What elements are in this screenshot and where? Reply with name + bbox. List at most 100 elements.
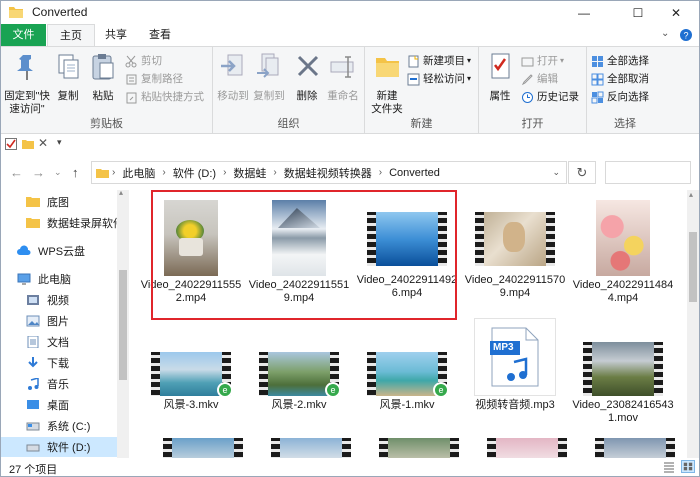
breadcrumb-shujuwa[interactable]: 数据蛙 bbox=[229, 165, 270, 181]
paste-shortcut-button[interactable]: 粘贴快捷方式 bbox=[125, 89, 204, 105]
file-tile[interactable]: e 风景-3.mkv bbox=[139, 352, 243, 412]
easy-access-button[interactable]: 轻松访问 ▾ bbox=[407, 71, 471, 87]
easy-access-label: 轻松访问 bbox=[423, 73, 465, 85]
nav-pane-scrollbar[interactable]: ▴ bbox=[117, 188, 129, 458]
large-icons-view-icon[interactable] bbox=[681, 460, 695, 473]
copy-path-label: 复制路径 bbox=[141, 73, 183, 85]
nav-item-this-pc[interactable]: 此电脑 bbox=[1, 269, 117, 289]
nav-item-ditu[interactable]: 底图 bbox=[1, 192, 117, 212]
move-to-label: 移动到 bbox=[217, 90, 249, 102]
file-tile[interactable]: MP3 视频转音频.mp3 bbox=[463, 318, 567, 412]
filmstrip-left bbox=[259, 352, 268, 396]
help-icon[interactable]: ? bbox=[679, 28, 693, 42]
breadcrumb-converted[interactable]: Converted bbox=[385, 167, 444, 179]
folder-icon[interactable] bbox=[22, 138, 34, 150]
forward-arrow-icon[interactable]: → bbox=[32, 165, 45, 180]
paste-button[interactable]: 粘贴 bbox=[87, 51, 119, 103]
file-tile[interactable]: e 风景-1.mkv bbox=[355, 352, 459, 412]
edit-button[interactable]: 编辑 bbox=[521, 71, 558, 87]
tab-home[interactable]: 主页 bbox=[47, 24, 95, 47]
cut-button[interactable]: 剪切 bbox=[125, 53, 162, 69]
chevron-right-icon[interactable]: › bbox=[159, 167, 168, 178]
new-folder-button[interactable]: 新建 文件夹 bbox=[369, 51, 405, 116]
chevron-right-icon[interactable]: › bbox=[220, 167, 229, 178]
file-tile[interactable] bbox=[367, 438, 471, 458]
content-scroll-thumb[interactable] bbox=[689, 232, 697, 302]
address-dropdown-icon[interactable]: ⌄ bbox=[552, 167, 560, 178]
copy-button[interactable]: 复制 bbox=[53, 51, 83, 103]
scroll-up-icon[interactable]: ▴ bbox=[689, 190, 693, 199]
nav-item-drive-c[interactable]: 系统 (C:) bbox=[1, 416, 117, 436]
nav-scroll-thumb[interactable] bbox=[119, 270, 127, 380]
content-scrollbar[interactable]: ▴ bbox=[687, 190, 699, 458]
new-item-label: 新建项目 bbox=[423, 55, 465, 67]
dropdown-arrow-icon: ▾ bbox=[467, 74, 472, 83]
close-button[interactable]: ✕ bbox=[653, 1, 699, 24]
file-tile[interactable] bbox=[583, 438, 687, 458]
nav-item-videos[interactable]: 视频 bbox=[1, 290, 117, 310]
file-name: Video_240229114844.mp4 bbox=[572, 279, 674, 304]
properties-button[interactable]: 属性 bbox=[483, 51, 517, 103]
scroll-up-icon[interactable]: ▴ bbox=[119, 188, 123, 197]
tab-view[interactable]: 查看 bbox=[137, 24, 183, 46]
breadcrumb-this-pc[interactable]: 此电脑 bbox=[118, 165, 159, 181]
nav-item-pictures[interactable]: 图片 bbox=[1, 311, 117, 331]
nav-item-drive-d[interactable]: 软件 (D:) bbox=[1, 437, 117, 457]
nav-item-downloads[interactable]: 下载 bbox=[1, 353, 117, 373]
close-x-icon[interactable]: ✕ bbox=[38, 136, 48, 150]
history-button[interactable]: 历史记录 bbox=[521, 89, 579, 105]
video-thumbnail bbox=[583, 342, 663, 396]
move-to-button[interactable]: 移动到 bbox=[215, 51, 251, 103]
properties-check-icon[interactable] bbox=[5, 138, 17, 150]
file-tile[interactable] bbox=[475, 438, 579, 458]
back-arrow-icon[interactable]: ← bbox=[10, 165, 23, 180]
nav-item-desktop[interactable]: 桌面 bbox=[1, 395, 117, 415]
file-name: Video_240229115709.mp4 bbox=[464, 274, 566, 299]
breadcrumb-converter[interactable]: 数据蛙视频转换器 bbox=[280, 165, 376, 181]
file-tile[interactable]: Video_240229115709.mp4 bbox=[463, 212, 567, 300]
search-input[interactable] bbox=[605, 161, 691, 184]
organize-group-label: 组织 bbox=[277, 118, 300, 130]
video-thumbnail bbox=[595, 438, 675, 458]
file-tile[interactable] bbox=[259, 438, 363, 458]
filmstrip-left bbox=[583, 342, 592, 396]
chevron-right-icon[interactable]: › bbox=[270, 167, 279, 178]
refresh-button[interactable]: ↻ bbox=[568, 161, 596, 184]
copy-path-button[interactable]: 复制路径 bbox=[125, 71, 183, 87]
file-tile[interactable]: e 风景-2.mkv bbox=[247, 352, 351, 412]
filmstrip-left bbox=[367, 352, 376, 396]
file-tile[interactable]: Video_230824165431.mov bbox=[571, 342, 675, 425]
up-arrow-icon[interactable]: ↑ bbox=[72, 165, 79, 180]
file-tile[interactable] bbox=[151, 438, 255, 458]
nav-item-label: 此电脑 bbox=[38, 274, 71, 286]
ribbon-collapse-icon[interactable]: ⌄ bbox=[661, 28, 669, 39]
document-icon bbox=[27, 336, 39, 348]
nav-item-documents[interactable]: 文档 bbox=[1, 332, 117, 352]
new-item-button[interactable]: 新建项目 ▾ bbox=[407, 53, 471, 69]
chevron-right-icon[interactable]: › bbox=[376, 167, 385, 178]
open-button[interactable]: 打开 ▾ bbox=[521, 53, 564, 69]
tab-share[interactable]: 共享 bbox=[93, 24, 139, 46]
copy-to-button[interactable]: 复制到 bbox=[251, 51, 287, 103]
minimize-button[interactable]: — bbox=[561, 1, 607, 24]
nav-item-wps-cloud[interactable]: WPS云盘 bbox=[1, 241, 117, 261]
select-none-button[interactable]: 全部取消 bbox=[591, 71, 649, 87]
nav-item-music[interactable]: 音乐 bbox=[1, 374, 117, 394]
select-all-button[interactable]: 全部选择 bbox=[591, 53, 649, 69]
customize-qat-icon[interactable]: ▾ bbox=[57, 137, 62, 148]
invert-selection-button[interactable]: 反向选择 bbox=[591, 89, 649, 105]
organize-group: 移动到 复制到 删除 重命名 组织 bbox=[213, 47, 365, 134]
dropdown-arrow-icon: ▾ bbox=[467, 56, 472, 65]
nav-item-label: 视频 bbox=[47, 295, 69, 307]
recent-locations-icon[interactable]: ⌄ bbox=[54, 167, 62, 178]
rename-button[interactable]: 重命名 bbox=[325, 51, 361, 103]
pin-quick-access-button[interactable]: 固定到"快速访问" bbox=[3, 51, 51, 116]
converter-badge-icon: e bbox=[217, 382, 231, 396]
tab-file[interactable]: 文件 bbox=[1, 24, 46, 46]
delete-button[interactable]: 删除 bbox=[293, 51, 321, 103]
breadcrumb-drive-d[interactable]: 软件 (D:) bbox=[169, 165, 220, 181]
address-bar[interactable]: › 此电脑 › 软件 (D:) › 数据蛙 › 数据蛙视频转换器 › Conve… bbox=[91, 161, 567, 184]
nav-item-recorder[interactable]: 数据蛙录屏软件 bbox=[1, 213, 124, 233]
details-view-icon[interactable] bbox=[663, 461, 675, 473]
file-tile[interactable]: Video_240229114844.mp4 bbox=[571, 200, 675, 305]
